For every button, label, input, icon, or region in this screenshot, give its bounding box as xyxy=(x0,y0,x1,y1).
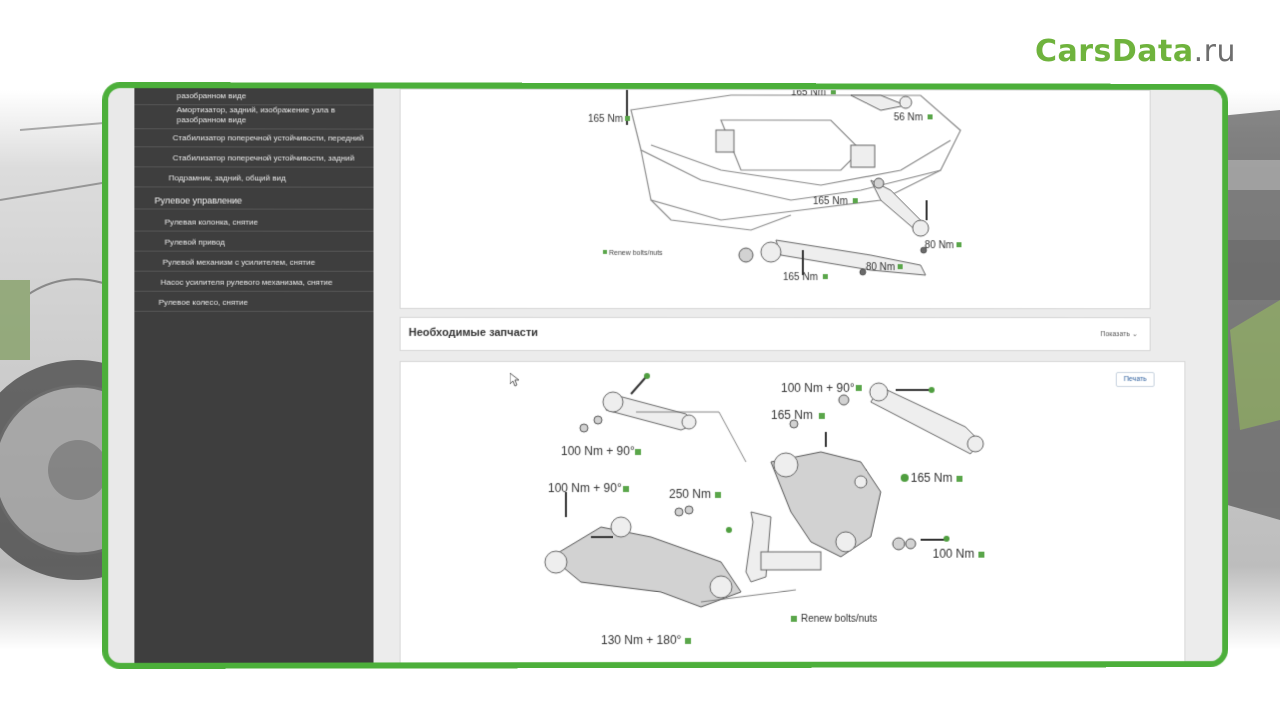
torque-label: 56 Nm xyxy=(894,112,923,123)
torque-label: 250 Nm xyxy=(669,487,711,501)
screenshot-frame: разобранном виде Амортизатор, задний, изо… xyxy=(102,82,1229,669)
torque-label: 100 Nm + 90° xyxy=(548,481,622,495)
torque-label: 165 Nm xyxy=(588,114,623,125)
carsdata-logo: CarsData.ru xyxy=(1035,34,1236,69)
chevron-down-icon: ⌄ xyxy=(1131,331,1138,339)
sidebar-item[interactable]: Рулевой привод xyxy=(134,234,382,252)
sidebar-item[interactable]: Рулевой механизм с усилителем, снятие xyxy=(134,254,382,272)
renew-bolts-note: Renew bolts/nuts xyxy=(801,614,877,625)
print-button[interactable]: Печать xyxy=(1115,372,1155,387)
torque-label: 165 Nm xyxy=(783,272,818,283)
show-parts-toggle[interactable]: Показать ⌄ xyxy=(1100,330,1137,338)
torque-label: 165 Nm xyxy=(813,196,848,207)
torque-label: 100 Nm + 90° xyxy=(781,381,855,395)
required-parts-panel: Необходимые запчасти Показать ⌄ xyxy=(399,316,1151,352)
sidebar-nav: разобранном виде Амортизатор, задний, изо… xyxy=(134,88,382,663)
sidebar-item[interactable]: Подрамник, задний, общий вид xyxy=(134,170,382,188)
required-parts-title: Необходимые запчасти xyxy=(408,326,538,339)
content-area: 165 Nm 165 Nm 56 Nm 165 Nm 80 Nm 80 Nm 1… xyxy=(373,87,1223,669)
torque-label: 165 Nm xyxy=(791,90,826,99)
torque-label: 130 Nm + 180° xyxy=(601,633,682,647)
torque-label: 100 Nm xyxy=(933,547,975,561)
sidebar-item[interactable]: Амортизатор, задний, изображение узла в … xyxy=(134,102,382,130)
torque-label: 165 Nm xyxy=(911,471,953,485)
sidebar-item[interactable]: Рулевое колесо, снятие xyxy=(134,294,382,312)
logo-part-cars: Cars xyxy=(1034,34,1112,69)
torque-label: 80 Nm xyxy=(866,262,895,273)
sidebar-item[interactable]: Рулевое управление xyxy=(134,192,382,210)
mouse-pointer-icon xyxy=(509,372,520,387)
front-subframe-diagram: 165 Nm 165 Nm 56 Nm 165 Nm 80 Nm 80 Nm 1… xyxy=(588,87,1150,283)
renew-bolts-note: Renew bolts/nuts xyxy=(609,250,663,257)
front-subframe-diagram-panel: 165 Nm 165 Nm 56 Nm 165 Nm 80 Nm 80 Nm 1… xyxy=(399,87,1151,310)
sidebar-item[interactable]: Стабилизатор поперечной устойчивости, пе… xyxy=(134,130,382,148)
rear-suspension-diagram-panel: Печать 100 Nm + 90° 165 Nm 100 Nm + 90° … xyxy=(399,360,1186,669)
sidebar-item[interactable]: Стабилизатор поперечной устойчивости, за… xyxy=(134,150,382,168)
sidebar-item[interactable]: Насос усилителя рулевого механизма, снят… xyxy=(134,274,382,292)
sidebar-item[interactable]: Рулевая колонка, снятие xyxy=(134,214,382,232)
torque-label: 165 Nm xyxy=(771,408,813,422)
logo-part-ru: .ru xyxy=(1193,34,1236,69)
torque-label: 100 Nm + 90° xyxy=(561,444,635,458)
rear-suspension-diagram: 100 Nm + 90° 165 Nm 100 Nm + 90° 100 Nm … xyxy=(544,372,1185,647)
logo-part-data: Data xyxy=(1111,34,1194,69)
torque-label: 80 Nm xyxy=(925,240,954,251)
show-label: Показать xyxy=(1100,331,1130,339)
